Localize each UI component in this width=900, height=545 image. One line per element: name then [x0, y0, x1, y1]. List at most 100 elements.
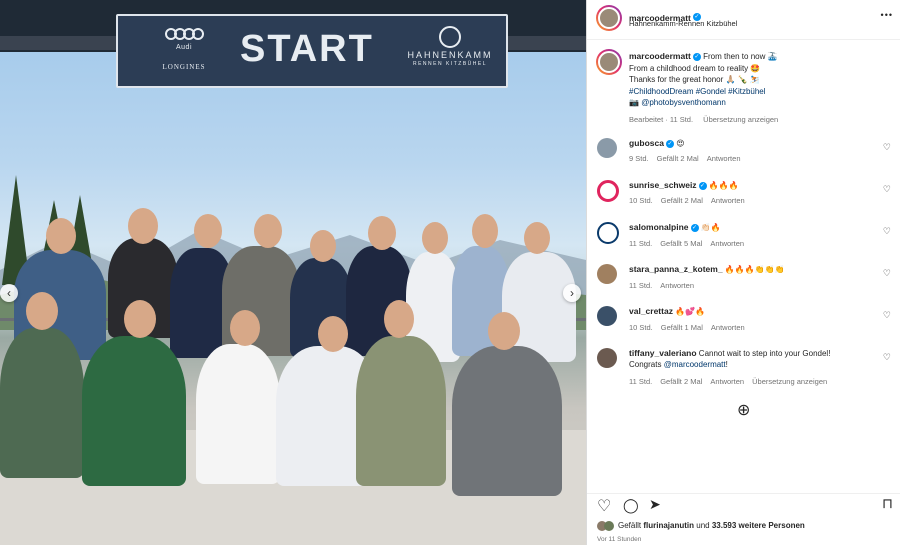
person-head [310, 230, 336, 262]
liker-avatar [604, 521, 614, 531]
commenter-avatar[interactable] [597, 138, 617, 158]
load-more-comments-icon[interactable]: ⊕ [737, 400, 750, 420]
commenter-avatar[interactable] [597, 180, 619, 202]
comment-likes[interactable]: Gefällt 5 Mal [660, 239, 702, 248]
caption-line2: From a childhood dream to reality 🤩 [629, 63, 761, 73]
caption: marcoodermatt ✓ From then to now 🚠 From a… [629, 51, 891, 125]
person [356, 336, 446, 486]
person-head [384, 300, 414, 338]
likes-middle: und [696, 521, 710, 531]
banner-hahnenkamm: HAHNENKAMM RENNEN KITZBÜHEL [402, 26, 498, 67]
comment-text: 🔥🔥🔥👏👏👏 [724, 265, 785, 274]
comment-reply-button[interactable]: Antworten [711, 196, 745, 205]
person-head [472, 214, 498, 248]
post-side-panel: marcoodermatt ✓ Hahnenkamm-Rennen Kitzbüh… [586, 0, 900, 545]
caption-translate-link[interactable]: Übersetzung anzeigen [703, 115, 778, 124]
comment-text-2: Congrats [629, 360, 662, 369]
comment-username[interactable]: tiffany_valeriano [629, 348, 697, 358]
caption-avatar[interactable] [596, 49, 622, 75]
comment-username[interactable]: sunrise_schweiz [629, 180, 697, 190]
comment-item: tiffany_valeriano Cannot wait to step in… [597, 348, 895, 390]
person [452, 346, 562, 496]
audi-logo-icon [154, 28, 214, 42]
banner-sponsors: Audi LONGINES [154, 28, 214, 71]
comment-heart-icon[interactable]: ♡ [883, 226, 891, 237]
person-head [124, 300, 156, 338]
comment-username[interactable]: gubosca [629, 138, 664, 148]
comment-heart-icon[interactable]: ♡ [883, 268, 891, 279]
comment-reply-button[interactable]: Antworten [710, 239, 744, 248]
verified-icon: ✓ [690, 223, 699, 232]
commenter-avatar[interactable] [597, 222, 619, 244]
person-head [318, 316, 348, 352]
comment-heart-icon[interactable]: ♡ [883, 352, 891, 363]
caption-line1: From then to now 🚠 [703, 52, 778, 61]
more-options-icon[interactable]: ••• [881, 10, 893, 20]
verified-icon: ✓ [665, 139, 674, 148]
commenter-avatar[interactable] [597, 264, 617, 284]
comment-username[interactable]: val_crettaz [629, 306, 673, 316]
comment-item: val_crettaz 🔥💕🔥 10 Std. Gefällt 1 Mal Antw… [597, 306, 895, 336]
person-head [254, 214, 282, 248]
post-location[interactable]: Hahnenkamm-Rennen Kitzbühel [629, 19, 737, 28]
person-head [46, 218, 76, 254]
share-send-icon[interactable]: ➤ [649, 496, 661, 513]
banner-audi-label: Audi [175, 44, 192, 51]
person-head [524, 222, 550, 254]
comment-reply-button[interactable]: Antworten [707, 154, 741, 163]
comment-item: salomonalpine ✓ 👏🏻🔥 11 Std. Gefällt 5 Mal A… [597, 222, 895, 252]
comment-translate-link[interactable]: Übersetzung anzeigen [752, 377, 827, 386]
banner-longines-label: LONGINES [162, 63, 206, 71]
comment-reply-button[interactable]: Antworten [660, 281, 694, 290]
likes-prefix: Gefällt [618, 521, 642, 531]
comment-username[interactable]: stara_panna_z_kotem_ [629, 264, 723, 274]
commenter-avatar[interactable] [597, 348, 617, 368]
comment-likes[interactable]: Gefällt 2 Mal [660, 377, 702, 386]
comment-heart-icon[interactable]: ♡ [883, 310, 891, 321]
comment-time: 9 Std. [629, 154, 649, 163]
comment-username[interactable]: salomonalpine [629, 222, 689, 232]
person-head [488, 312, 520, 350]
comment-item: gubosca ✓ 😍 9 Std. Gefällt 2 Mal Antworten … [597, 138, 895, 168]
save-bookmark-icon[interactable]: ⊓ [882, 495, 893, 512]
camera-icon: 📷 [629, 98, 639, 107]
author-avatar[interactable] [596, 5, 622, 31]
post-photo[interactable]: Audi LONGINES START HAHNENKAMM RENNEN KI… [0, 0, 586, 545]
comment-time: 11 Std. [629, 281, 653, 290]
like-heart-icon[interactable]: ♡ [597, 496, 611, 516]
caption-username[interactable]: marcoodermatt [629, 51, 691, 61]
comment-bubble-icon[interactable]: ◯ [623, 497, 639, 514]
comment-reply-button[interactable]: Antworten [710, 377, 744, 386]
person-head [26, 292, 58, 330]
action-bar: ♡ ◯ ➤ ⊓ [587, 493, 900, 515]
commenter-avatar[interactable] [597, 306, 617, 326]
comment-likes[interactable]: Gefällt 1 Mal [661, 323, 703, 332]
caption-hashtags[interactable]: #ChildhoodDream #Gondel #Kitzbühel [629, 86, 891, 98]
photo-credit-link[interactable]: @photobysventhomann [641, 98, 726, 107]
comment-time: 11 Std. [629, 377, 653, 386]
prev-photo-button[interactable]: ‹ [0, 284, 18, 302]
comment-heart-icon[interactable]: ♡ [883, 184, 891, 195]
person [82, 336, 186, 486]
comment-time: 10 Std. [629, 323, 653, 332]
person [0, 328, 84, 478]
comment-text: 👏🏻🔥 [700, 223, 721, 232]
banner-hk-sub-label: RENNEN KITZBÜHEL [412, 61, 487, 67]
verified-icon: ✓ [698, 181, 707, 190]
comment-mention-link[interactable]: @marcoodermatt [664, 360, 726, 369]
comment-likes[interactable]: Gefällt 2 Mal [661, 196, 703, 205]
likes-user[interactable]: flurinajanutin [643, 521, 694, 530]
next-photo-button[interactable]: › [563, 284, 581, 302]
comment-heart-icon[interactable]: ♡ [883, 142, 891, 153]
comment-item: sunrise_schweiz ✓ 🔥🔥🔥 10 Std. Gefällt 2 Ma… [597, 180, 895, 210]
comment-time: 10 Std. [629, 196, 653, 205]
comment-reply-button[interactable]: Antworten [711, 323, 745, 332]
comment-likes[interactable]: Gefällt 2 Mal [657, 154, 699, 163]
start-banner: Audi LONGINES START HAHNENKAMM RENNEN KI… [116, 14, 508, 88]
person-head [230, 310, 260, 346]
likes-count[interactable]: 33.593 weitere Personen [712, 521, 805, 530]
person [196, 344, 280, 484]
banner-hk-label: HAHNENKAMM [407, 50, 493, 60]
likes-summary[interactable]: Gefällt flurinajanutin und 33.593 weiter… [597, 521, 805, 531]
comment-text: 🔥🔥🔥 [708, 181, 739, 190]
